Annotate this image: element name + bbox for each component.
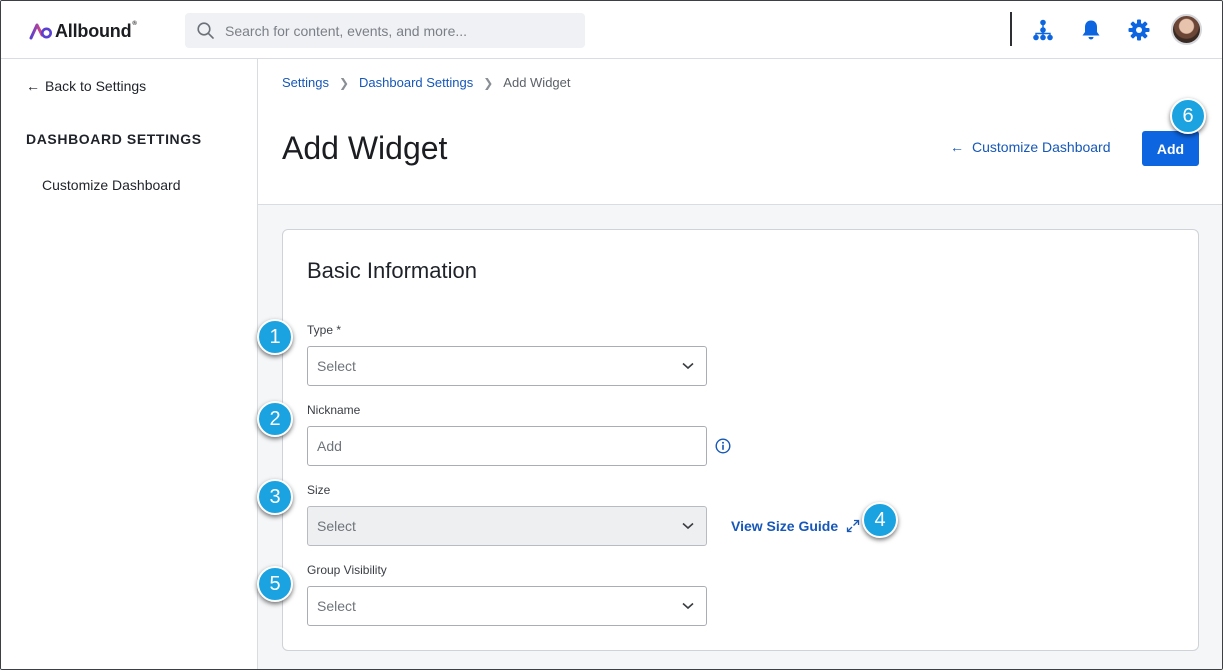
breadcrumb-settings[interactable]: Settings (282, 75, 329, 90)
top-header: Allbound® (1, 1, 1222, 59)
chevron-right-icon: ❯ (338, 75, 350, 90)
page-header: Settings ❯ Dashboard Settings ❯ Add Widg… (258, 59, 1222, 205)
search-input[interactable] (225, 13, 575, 48)
chevron-down-icon (682, 602, 694, 610)
callout-badge-6: 6 (1170, 98, 1206, 134)
info-icon[interactable] (715, 438, 731, 454)
search-icon (197, 22, 214, 39)
header-divider (1010, 12, 1012, 46)
arrow-left-icon: ← (950, 139, 964, 155)
global-search (185, 13, 585, 48)
app-window: Allbound® Search for content, events, an… (0, 0, 1223, 670)
user-avatar[interactable] (1171, 14, 1202, 45)
content-area: Basic Information Type * Select Nickname… (258, 205, 1222, 669)
external-link-icon (846, 519, 860, 533)
back-to-settings-label: Back to Settings (45, 78, 147, 94)
view-size-guide-link[interactable]: View Size Guide (731, 518, 860, 534)
group-visibility-label: Group Visibility (307, 563, 387, 577)
nickname-label: Nickname (307, 403, 361, 417)
group-visibility-select-value: Select (317, 598, 356, 614)
page-title: Add Widget (282, 130, 448, 166)
callout-badge-3: 3 (257, 479, 293, 515)
gear-icon[interactable] (1127, 18, 1151, 42)
customize-dashboard-label: Customize Dashboard (972, 139, 1111, 155)
chevron-down-icon (682, 362, 694, 370)
breadcrumb: Settings ❯ Dashboard Settings ❯ Add Widg… (282, 75, 571, 90)
allbound-logo[interactable]: Allbound® (29, 20, 137, 42)
basic-information-card: Basic Information Type * Select Nickname… (282, 229, 1199, 651)
callout-badge-4: 4 (862, 502, 898, 538)
section-title: Basic Information (307, 258, 477, 283)
size-select[interactable]: Select (307, 506, 707, 546)
callout-badge-5: 5 (257, 566, 293, 602)
group-visibility-select[interactable]: Select (307, 586, 707, 626)
sidebar-item-customize-dashboard[interactable]: Customize Dashboard (42, 177, 181, 193)
settings-sidebar: ← Back to Settings DASHBOARD SETTINGS Cu… (1, 59, 258, 669)
bell-icon[interactable] (1079, 18, 1103, 42)
arrow-left-icon: ← (26, 78, 40, 94)
back-to-settings-link[interactable]: ← Back to Settings (26, 78, 146, 94)
main-area: Settings ❯ Dashboard Settings ❯ Add Widg… (258, 59, 1222, 669)
logo-text: Allbound® (55, 20, 137, 41)
type-select[interactable]: Select (307, 346, 707, 386)
allbound-logo-icon (29, 23, 52, 40)
size-select-value: Select (317, 518, 356, 534)
sidebar-heading: DASHBOARD SETTINGS (26, 131, 202, 147)
chevron-right-icon: ❯ (483, 75, 494, 90)
size-label: Size (307, 483, 331, 497)
org-chart-icon[interactable] (1031, 18, 1055, 42)
callout-badge-2: 2 (257, 401, 293, 437)
type-label: Type * (307, 323, 342, 337)
callout-badge-1: 1 (257, 319, 293, 355)
breadcrumb-current: Add Widget (503, 75, 571, 90)
add-button[interactable]: Add (1142, 131, 1199, 166)
type-select-value: Select (317, 358, 356, 374)
chevron-down-icon (682, 522, 694, 530)
nickname-input[interactable] (307, 426, 707, 466)
customize-dashboard-link[interactable]: ← Customize Dashboard (950, 139, 1111, 155)
breadcrumb-dashboard-settings[interactable]: Dashboard Settings (359, 75, 473, 90)
view-size-guide-label: View Size Guide (731, 518, 839, 534)
